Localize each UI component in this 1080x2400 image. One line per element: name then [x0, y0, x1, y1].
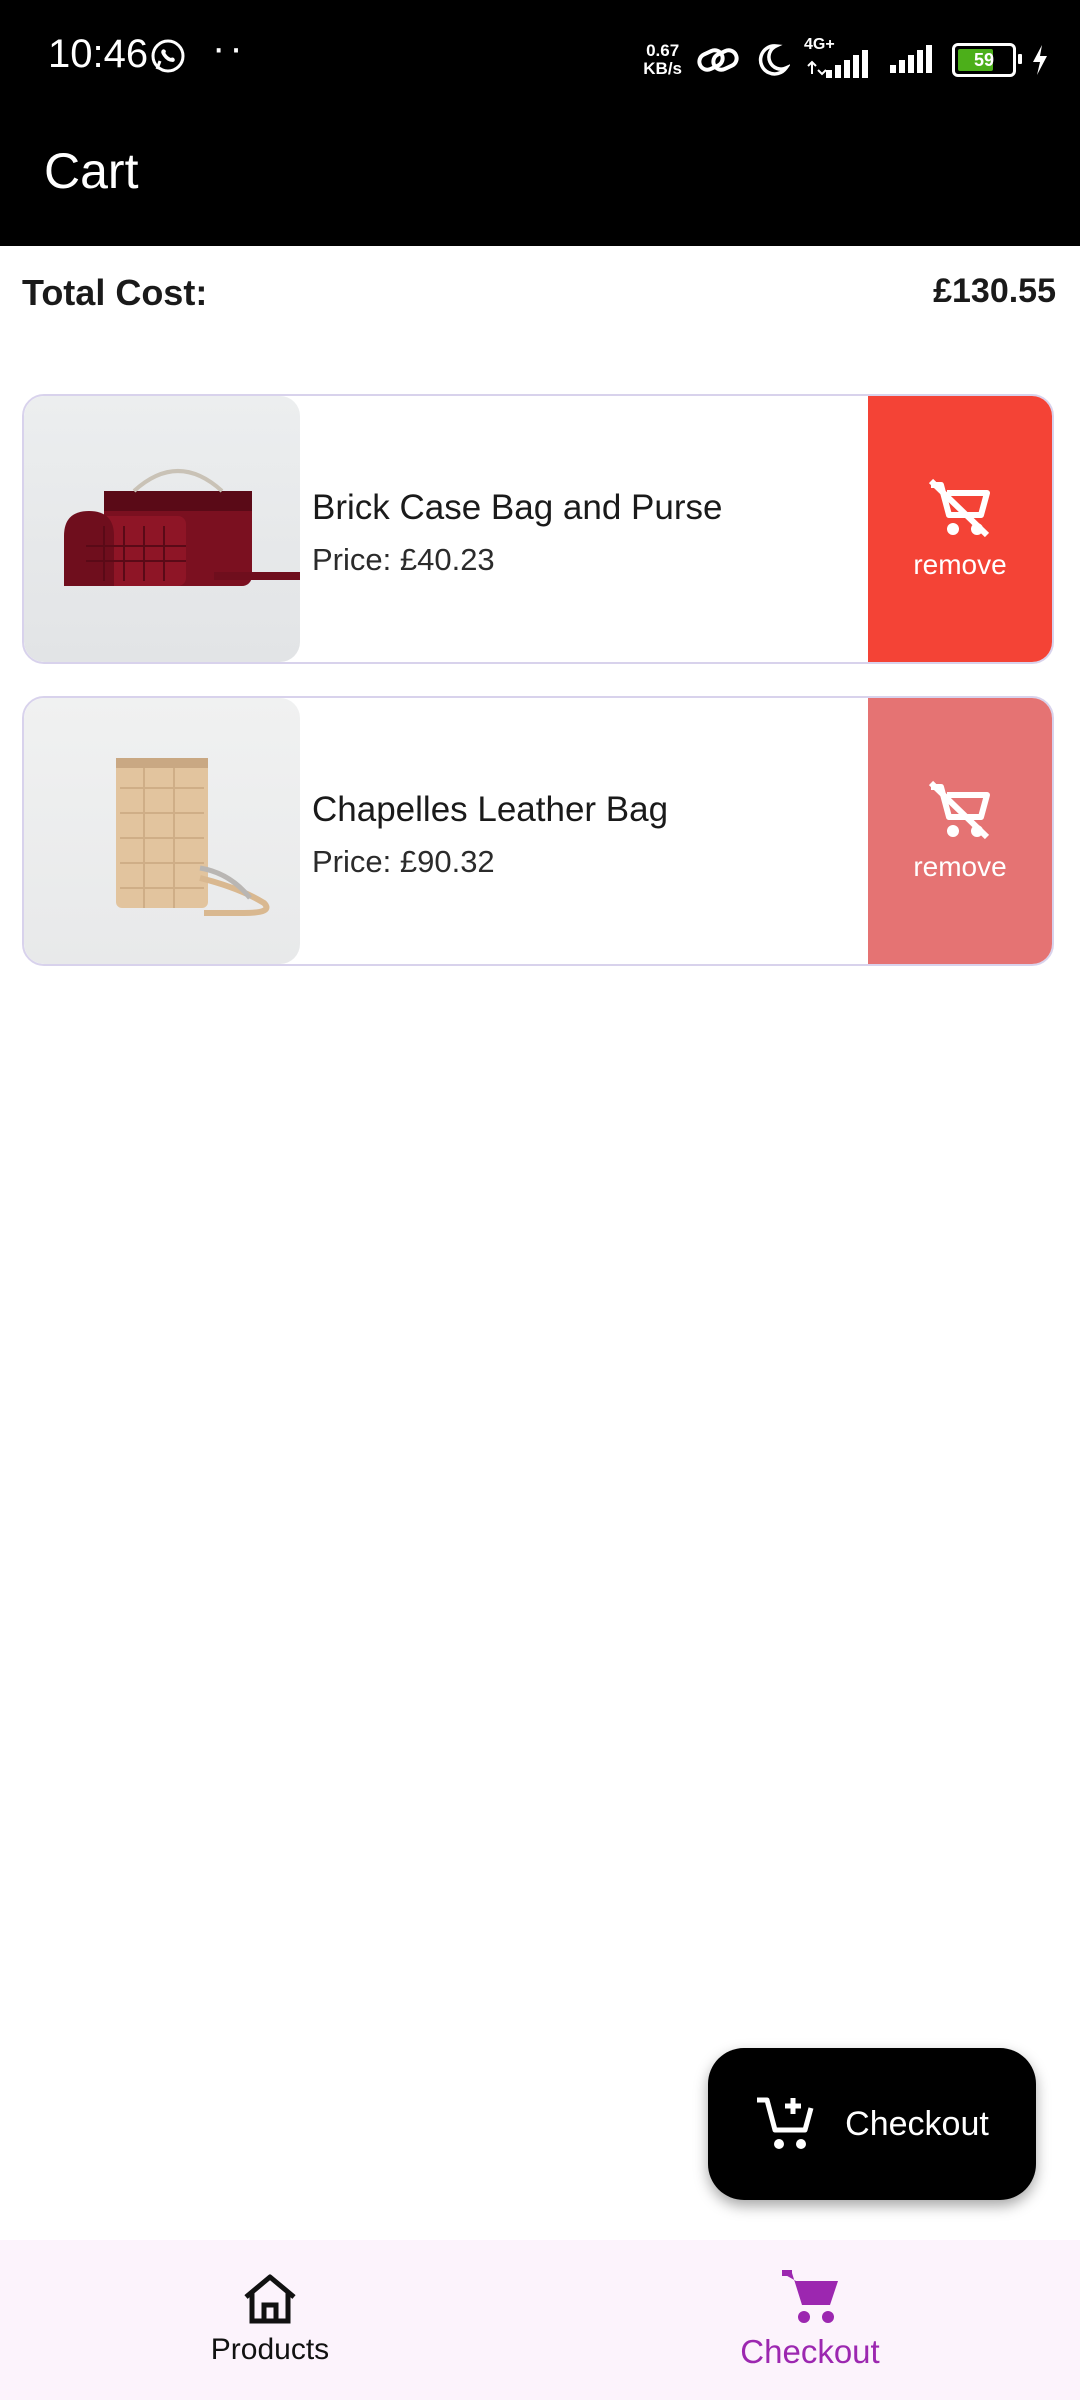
moon-icon	[758, 44, 790, 76]
remove-label: remove	[913, 851, 1007, 882]
app-bar: Cart	[0, 118, 1080, 246]
total-cost-label: Total Cost:	[22, 272, 208, 313]
status-time: 10:46	[48, 32, 149, 76]
cart-item: Brick Case Bag and Purse Price: £40.23 r…	[22, 394, 1054, 664]
cart-item: Chapelles Leather Bag Price: £90.32 remo…	[22, 696, 1054, 966]
cart-add-icon	[757, 2097, 814, 2149]
cart-icon	[782, 2270, 838, 2323]
network-speed: 0.67 KB/s	[643, 41, 682, 78]
product-name: Chapelles Leather Bag	[312, 790, 669, 829]
battery-icon: 59	[952, 43, 1022, 77]
link-icon	[697, 48, 739, 72]
nav-label-checkout: Checkout	[740, 2333, 880, 2370]
home-icon	[244, 2274, 296, 2324]
remove-button[interactable]: remove	[868, 396, 1052, 662]
status-dots: ··	[212, 26, 247, 70]
charging-icon	[1033, 45, 1047, 75]
nav-item-checkout[interactable]: Checkout	[540, 2240, 1080, 2400]
remove-from-cart-icon	[928, 780, 990, 840]
product-image	[24, 396, 300, 662]
product-price: Price: £40.23	[312, 542, 495, 577]
nav-item-products[interactable]: Products	[0, 2240, 540, 2400]
product-image	[24, 698, 300, 964]
status-icons: 0.67 KB/s 4G+ 59	[643, 36, 1050, 84]
bottom-navigation: Products Checkout	[0, 2240, 1080, 2400]
checkout-fab-button[interactable]: Checkout	[708, 2048, 1036, 2200]
nav-label-products: Products	[210, 2333, 330, 2366]
signal-4g: 4G+	[804, 36, 874, 80]
total-cost-value: £130.55	[933, 272, 1056, 310]
remove-from-cart-icon	[928, 478, 990, 538]
status-bar: 10:46 ·· 0.67 KB/s 4G+ 59	[0, 0, 1080, 118]
page-title: Cart	[44, 143, 139, 199]
checkout-fab-label: Checkout	[845, 2104, 989, 2143]
signal-icon	[890, 45, 932, 73]
product-price: Price: £90.32	[312, 844, 495, 879]
remove-button[interactable]: remove	[868, 698, 1052, 964]
product-name: Brick Case Bag and Purse	[312, 488, 723, 527]
whatsapp-icon	[151, 39, 185, 73]
remove-label: remove	[913, 549, 1007, 580]
